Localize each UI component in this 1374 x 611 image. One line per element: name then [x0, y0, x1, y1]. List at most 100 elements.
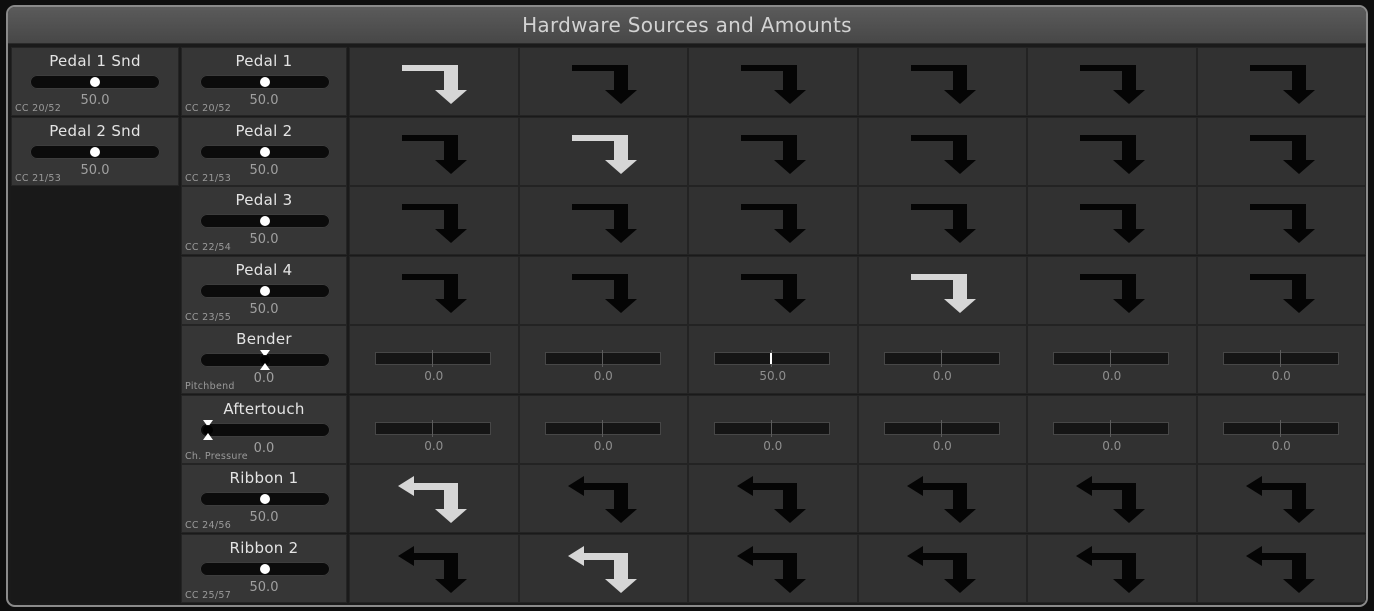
matrix-cell[interactable] — [518, 533, 688, 603]
return-arrow-icon[interactable] — [689, 187, 857, 255]
matrix-cell[interactable] — [688, 533, 858, 603]
matrix-cell[interactable] — [349, 116, 519, 186]
non-return-arrow-icon[interactable] — [1198, 535, 1366, 603]
matrix-cell[interactable] — [1027, 186, 1197, 255]
return-arrow-icon[interactable] — [350, 257, 518, 325]
slider-knob[interactable] — [90, 146, 100, 157]
amount-bar[interactable] — [1222, 350, 1339, 367]
source-cell[interactable]: Ribbon 1 50.0 CC 24/56 — [181, 464, 347, 533]
amount-bar[interactable] — [544, 419, 661, 437]
source-cell[interactable]: Pedal 1 Snd 50.0 CC 20/52 — [11, 47, 179, 116]
source-cell[interactable]: Pedal 2 Snd 50.0 CC 21/53 — [11, 116, 179, 186]
non-return-arrow-icon[interactable] — [520, 535, 688, 603]
return-arrow-icon[interactable] — [520, 257, 688, 325]
non-return-arrow-icon[interactable] — [1028, 465, 1196, 533]
matrix-cell[interactable] — [688, 464, 858, 533]
amount-bar[interactable] — [883, 419, 1000, 437]
matrix-cell[interactable] — [688, 116, 858, 186]
return-arrow-icon[interactable] — [350, 48, 518, 116]
matrix-cell[interactable] — [1196, 533, 1366, 603]
non-return-arrow-icon[interactable] — [520, 465, 688, 533]
amount-bar[interactable] — [1053, 350, 1169, 367]
source-cell[interactable]: Pedal 3 50.0 CC 22/54 — [181, 186, 347, 255]
matrix-cell[interactable] — [1196, 116, 1366, 186]
matrix-cell[interactable] — [518, 116, 688, 186]
return-arrow-icon[interactable] — [689, 118, 857, 186]
source-cell[interactable]: Pedal 4 50.0 CC 23/55 — [181, 255, 347, 325]
return-arrow-icon[interactable] — [520, 187, 688, 255]
amount-bar[interactable] — [544, 350, 661, 367]
amount-bar[interactable] — [1053, 419, 1169, 437]
return-arrow-icon[interactable] — [859, 118, 1027, 186]
return-arrow-icon[interactable] — [689, 48, 857, 116]
slider-knob[interactable] — [260, 494, 270, 504]
slider-knob[interactable] — [260, 285, 270, 296]
non-return-arrow-icon[interactable] — [859, 535, 1027, 603]
matrix-cell[interactable] — [349, 186, 519, 255]
matrix-cell[interactable] — [1027, 47, 1197, 116]
source-slider[interactable] — [200, 214, 330, 228]
matrix-cell[interactable]: 0.0 — [1027, 325, 1197, 394]
return-arrow-icon[interactable] — [520, 48, 688, 116]
return-arrow-icon[interactable] — [1028, 187, 1196, 255]
source-slider[interactable] — [200, 419, 330, 440]
matrix-cell[interactable] — [1196, 186, 1366, 255]
source-slider[interactable] — [200, 350, 330, 370]
source-slider[interactable] — [200, 561, 330, 576]
return-arrow-icon[interactable] — [1198, 48, 1366, 116]
non-return-arrow-icon[interactable] — [1028, 535, 1196, 603]
non-return-arrow-icon[interactable] — [1198, 465, 1366, 533]
matrix-cell[interactable] — [688, 186, 858, 255]
matrix-cell[interactable] — [1027, 464, 1197, 533]
slider-knob[interactable] — [260, 563, 270, 574]
source-cell[interactable]: Aftertouch 0.0 Ch. Pressure — [181, 394, 347, 464]
non-return-arrow-icon[interactable] — [350, 535, 518, 603]
matrix-cell[interactable] — [1196, 255, 1366, 325]
amount-bar[interactable] — [375, 350, 491, 367]
matrix-cell[interactable]: 0.0 — [349, 325, 519, 394]
return-arrow-icon[interactable] — [1028, 48, 1196, 116]
source-slider[interactable] — [30, 144, 160, 159]
return-arrow-icon[interactable] — [350, 118, 518, 186]
amount-bar[interactable] — [714, 419, 830, 437]
matrix-cell[interactable] — [1196, 464, 1366, 533]
source-slider[interactable] — [200, 283, 330, 298]
matrix-cell[interactable] — [1027, 533, 1197, 603]
return-arrow-icon[interactable] — [1198, 257, 1366, 325]
matrix-cell[interactable] — [349, 47, 519, 116]
matrix-cell[interactable] — [518, 255, 688, 325]
bipolar-knob-icon[interactable] — [202, 418, 214, 442]
return-arrow-icon[interactable] — [689, 257, 857, 325]
matrix-cell[interactable] — [1027, 116, 1197, 186]
return-arrow-icon[interactable] — [520, 118, 688, 186]
matrix-cell[interactable] — [857, 255, 1027, 325]
amount-bar[interactable] — [883, 350, 1000, 367]
return-arrow-icon[interactable] — [1198, 118, 1366, 186]
matrix-cell[interactable]: 0.0 — [1027, 394, 1197, 464]
matrix-cell[interactable] — [1027, 255, 1197, 325]
amount-bar[interactable] — [375, 419, 491, 437]
non-return-arrow-icon[interactable] — [689, 535, 857, 603]
return-arrow-icon[interactable] — [1198, 187, 1366, 255]
non-return-arrow-icon[interactable] — [689, 465, 857, 533]
return-arrow-icon[interactable] — [859, 48, 1027, 116]
matrix-cell[interactable]: 0.0 — [1196, 325, 1366, 394]
source-cell[interactable]: Pedal 1 50.0 CC 20/52 — [181, 47, 347, 116]
source-slider[interactable] — [200, 144, 330, 159]
source-slider[interactable] — [30, 75, 160, 89]
matrix-cell[interactable] — [688, 47, 858, 116]
slider-knob[interactable] — [90, 77, 100, 87]
matrix-cell[interactable] — [857, 116, 1027, 186]
matrix-cell[interactable] — [518, 47, 688, 116]
matrix-cell[interactable]: 0.0 — [688, 394, 858, 464]
return-arrow-icon[interactable] — [859, 257, 1027, 325]
source-slider[interactable] — [200, 75, 330, 89]
matrix-cell[interactable] — [518, 464, 688, 533]
return-arrow-icon[interactable] — [1028, 257, 1196, 325]
matrix-cell[interactable]: 0.0 — [1196, 394, 1366, 464]
matrix-cell[interactable]: 50.0 — [688, 325, 858, 394]
slider-knob[interactable] — [260, 216, 270, 226]
source-slider[interactable] — [200, 492, 330, 506]
matrix-cell[interactable] — [857, 533, 1027, 603]
non-return-arrow-icon[interactable] — [350, 465, 518, 533]
